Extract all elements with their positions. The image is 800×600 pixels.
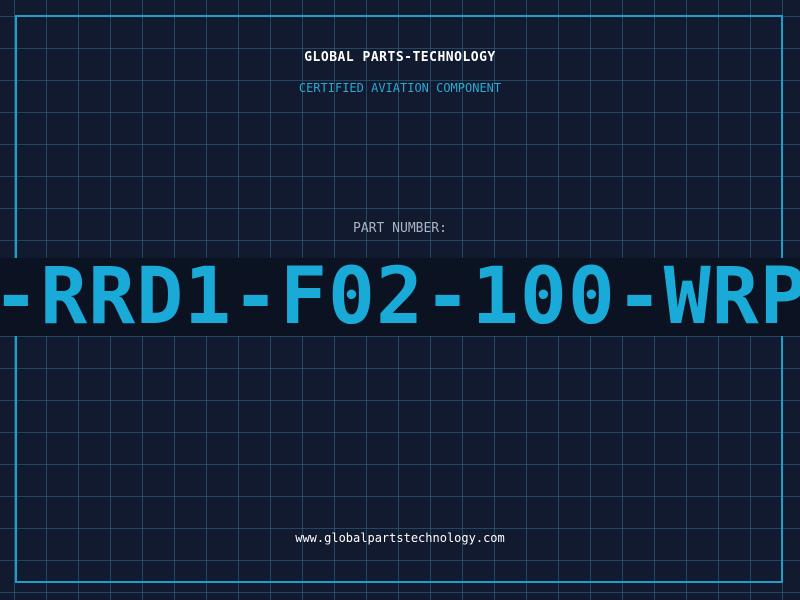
certification-tagline: CERTIFIED AVIATION COMPONENT	[298, 81, 502, 95]
part-number-band: 7-RRD1-F02-100-WRPP	[0, 258, 800, 336]
website-url: www.globalpartstechnology.com	[295, 531, 505, 545]
part-number-value: 7-RRD1-F02-100-WRPP	[0, 258, 800, 336]
part-number-label: PART NUMBER:	[353, 221, 447, 236]
company-name: GLOBAL PARTS-TECHNOLOGY	[304, 50, 496, 65]
